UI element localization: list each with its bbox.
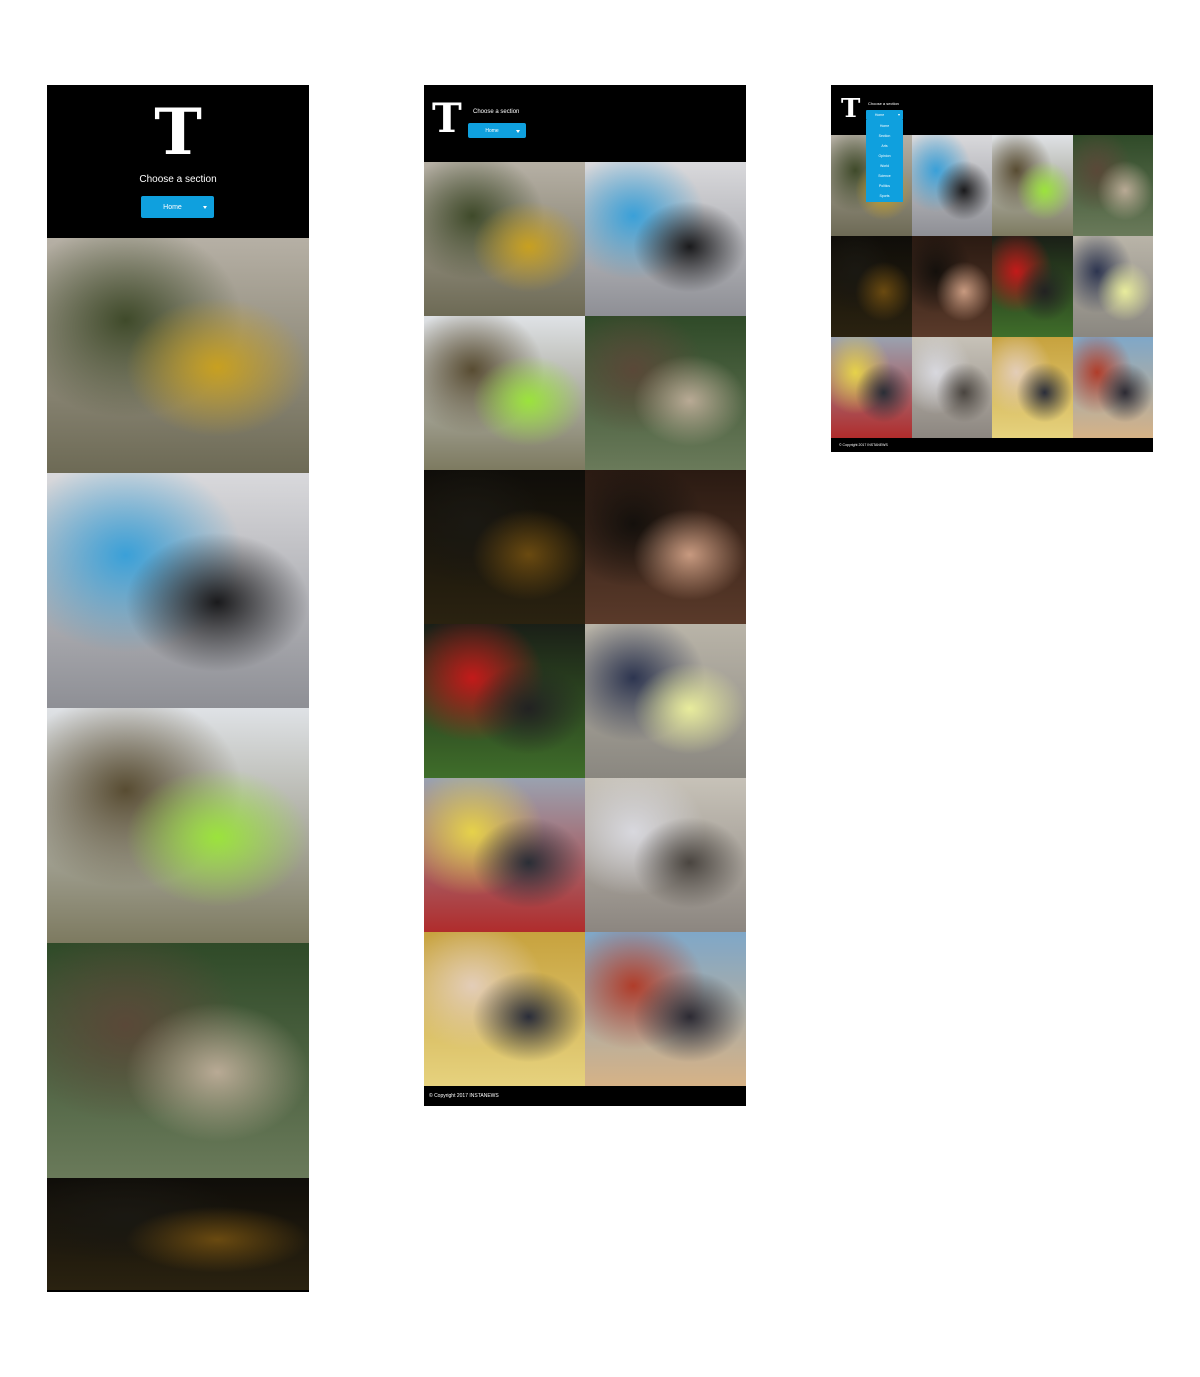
photo-daca-protest[interactable]	[1072, 337, 1153, 438]
photo-night-flood-scene[interactable]	[424, 470, 585, 624]
site-footer: © Copyright 2017 INSTANEWS	[424, 1086, 746, 1106]
photo-construction-scaffolding[interactable]	[585, 778, 746, 932]
dropdown-option[interactable]: Politics	[866, 181, 903, 191]
section-select[interactable]: Home	[866, 110, 903, 120]
photo-soldiers-passing-water[interactable]	[424, 316, 585, 470]
dropdown-option[interactable]: Sports	[866, 191, 903, 201]
mobile-view: T Choose a section Home	[47, 85, 309, 1292]
photo-grid	[424, 162, 746, 1086]
photo-man-carrying-bags-porch[interactable]	[911, 135, 992, 236]
nyt-logo[interactable]: T	[432, 99, 462, 139]
site-header: T Choose a section Home	[47, 85, 309, 238]
section-prompt: Choose a section	[473, 109, 520, 115]
section-select[interactable]: Home	[141, 196, 214, 218]
chevron-down-icon	[516, 129, 520, 133]
photo-construction-scaffolding[interactable]	[911, 337, 992, 438]
photo-oval-office[interactable]	[992, 337, 1073, 438]
chevron-down-icon	[898, 114, 900, 116]
photo-night-flood-scene[interactable]	[47, 1178, 309, 1290]
photo-street-debris-cleanup[interactable]	[1072, 135, 1153, 236]
photo-street-debris-cleanup[interactable]	[585, 316, 746, 470]
dropdown-option[interactable]: Science	[866, 171, 903, 181]
dropdown-option[interactable]: Opinion	[866, 151, 903, 161]
photo-soldiers-passing-water[interactable]	[47, 708, 309, 943]
photo-grid	[47, 238, 309, 1292]
photo-trump-marine-lawn[interactable]	[424, 624, 585, 778]
nyt-logo[interactable]: T	[841, 96, 860, 122]
chevron-down-icon	[203, 206, 207, 209]
dropdown-option[interactable]: Arts	[866, 141, 903, 151]
photo-man-carrying-bags-porch[interactable]	[47, 473, 309, 708]
photo-comey-testimony[interactable]	[585, 470, 746, 624]
section-select[interactable]: Home	[468, 123, 526, 138]
nyt-logo[interactable]: T	[47, 101, 309, 165]
photo-hurricane-cleanup-wheelbarrow[interactable]	[424, 162, 585, 316]
photo-trump-marine-lawn[interactable]	[992, 236, 1073, 337]
photo-comey-testimony[interactable]	[911, 236, 992, 337]
section-prompt: Choose a section	[139, 174, 217, 185]
dropdown-option[interactable]: Section	[866, 131, 903, 141]
photo-voters-reading-ballot[interactable]	[1072, 236, 1153, 337]
section-dropdown-menu: Home Section Arts Opinion World Science …	[866, 120, 903, 202]
photo-oval-office[interactable]	[424, 932, 585, 1086]
desktop-view: T Choose a section Home Home Section Art…	[831, 85, 1153, 452]
site-header: T Choose a section Home	[424, 85, 746, 162]
dropdown-option[interactable]: World	[866, 161, 903, 171]
dropdown-option[interactable]: Home	[866, 121, 903, 131]
photo-engine-factory[interactable]	[831, 337, 912, 438]
photo-man-carrying-bags-porch[interactable]	[585, 162, 746, 316]
photo-hurricane-cleanup-wheelbarrow[interactable]	[47, 238, 309, 473]
tablet-view: T Choose a section Home © Copyright 2017…	[424, 85, 746, 1106]
site-footer: © Copyright 2017 INSTANEWS	[831, 438, 1153, 452]
photo-engine-factory[interactable]	[424, 778, 585, 932]
photo-soldiers-passing-water[interactable]	[992, 135, 1073, 236]
photo-street-debris-cleanup[interactable]	[47, 943, 309, 1178]
section-prompt: Choose a section	[868, 101, 899, 106]
site-header: T Choose a section Home Home Section Art…	[831, 85, 1153, 202]
photo-daca-protest[interactable]	[585, 932, 746, 1086]
photo-voters-reading-ballot[interactable]	[585, 624, 746, 778]
photo-night-flood-scene[interactable]	[831, 236, 912, 337]
